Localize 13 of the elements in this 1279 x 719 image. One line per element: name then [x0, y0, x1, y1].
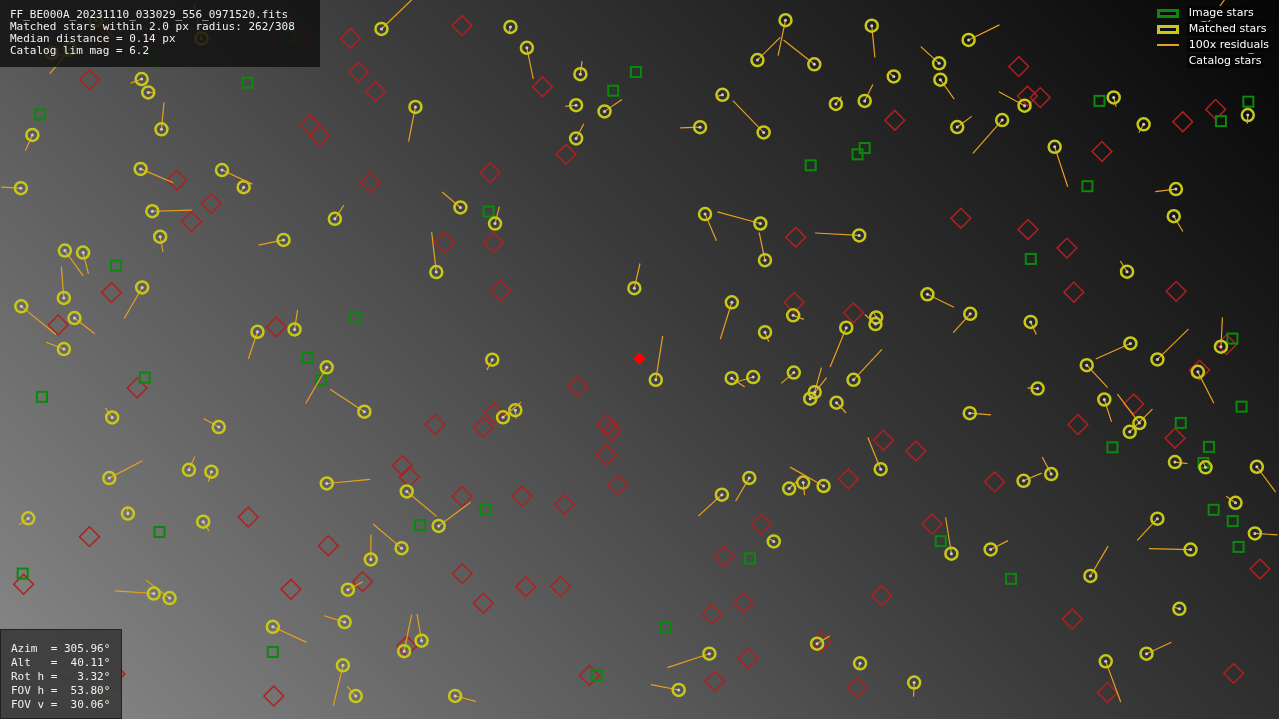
- header-text: FF_BE000A_20231110_033029_556_0971520.fits: [10, 9, 290, 21]
- legend-label: Image stars: [1186, 6, 1256, 20]
- pointing-text: Azim = 305.96°: [11, 642, 111, 656]
- header-text: Catalog lim mag = 6.2: [10, 45, 151, 57]
- pointing-text: FOV v = 30.06°: [11, 698, 111, 712]
- header-text: Median distance = 0.14 px: [10, 33, 177, 45]
- legend-label: 100x residuals: [1186, 38, 1271, 52]
- pointing-text: Alt = 40.11°: [11, 656, 111, 670]
- pointing-text: Rot h = 3.32°: [11, 670, 111, 684]
- legend-label: Matched stars: [1186, 22, 1269, 36]
- header-text: Matched stars within 2.0 px radius: 262/308: [10, 21, 296, 33]
- legend-label: Catalog stars: [1186, 54, 1264, 68]
- pointing-text: FOV h = 53.80°: [11, 684, 111, 698]
